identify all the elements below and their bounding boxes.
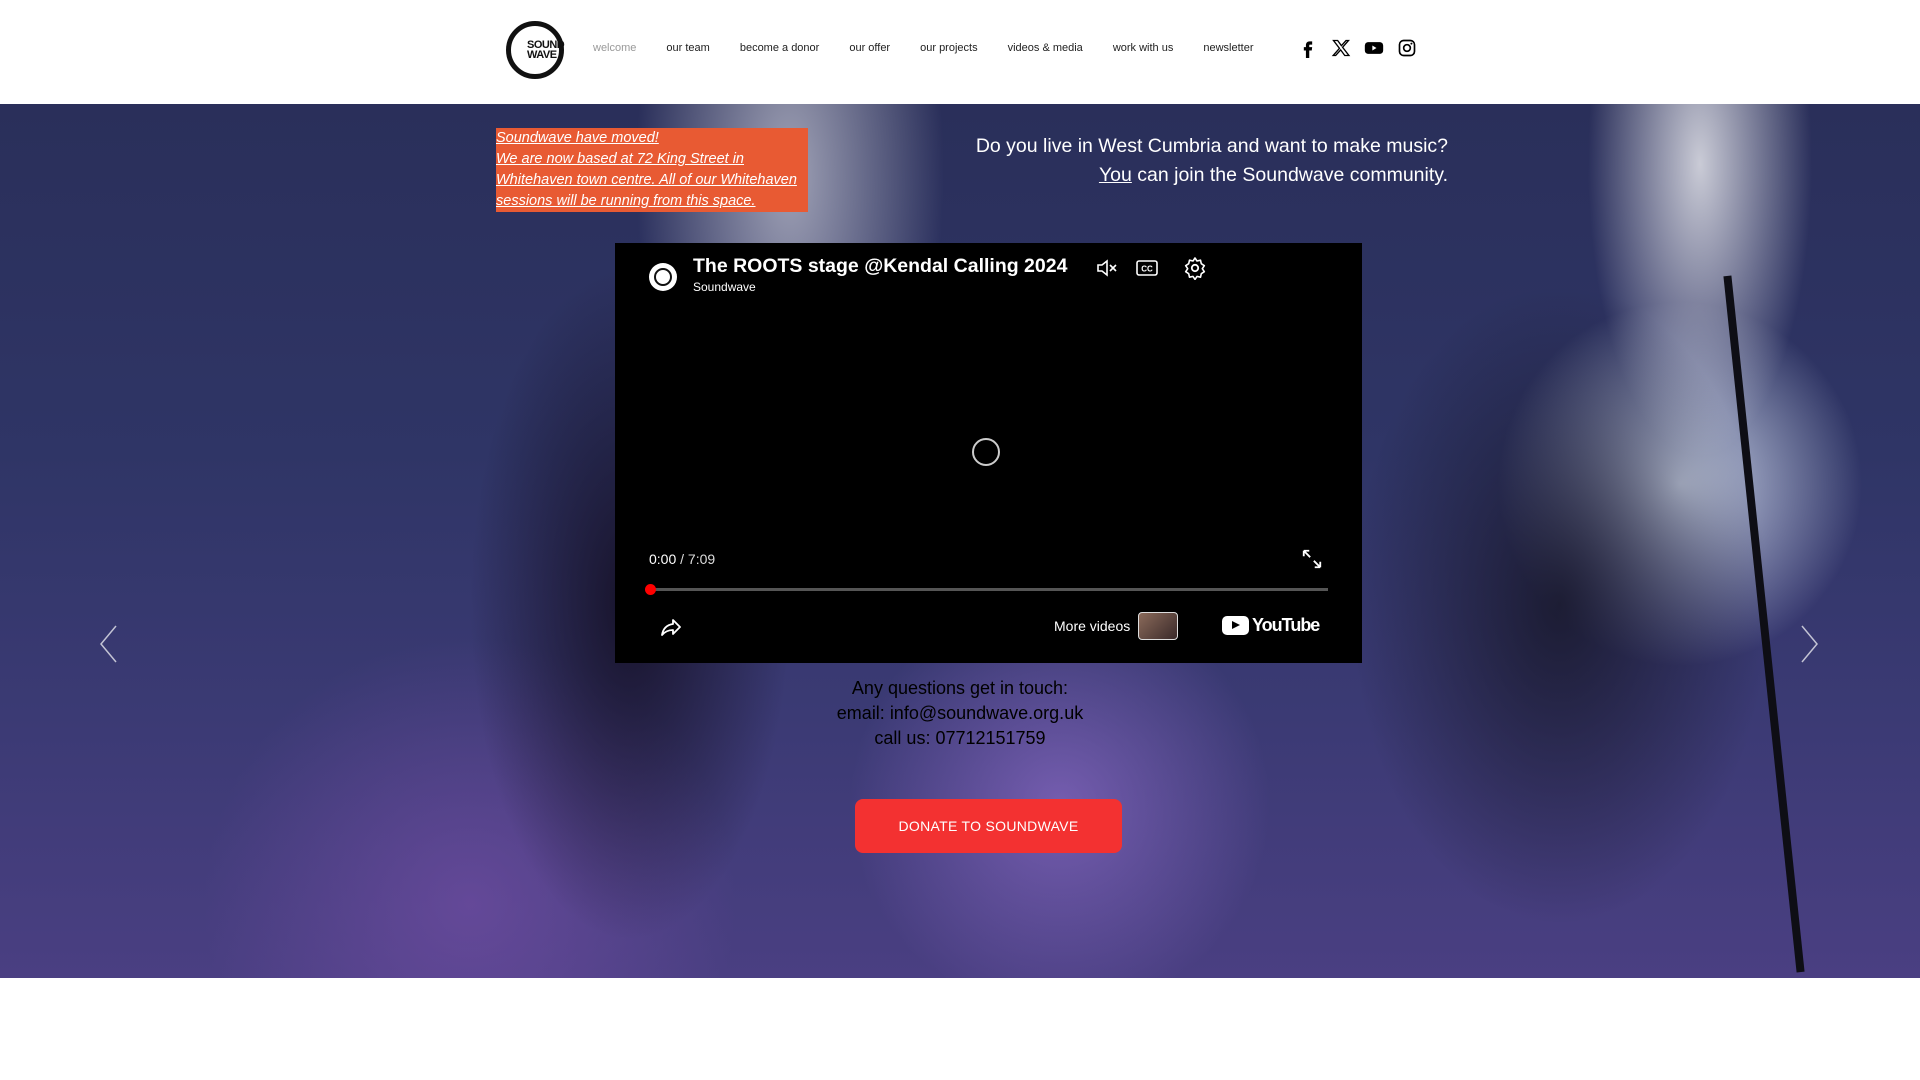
contact-heading: Any questions get in touch: (851, 678, 1069, 698)
nav-newsletter[interactable]: newsletter (1203, 42, 1253, 54)
video-time: 0:00 / 7:09 (649, 551, 715, 567)
notice-line: Soundwave have moved! (496, 128, 808, 149)
contact-info: Any questions get in touch: email: info@… (800, 676, 1120, 751)
nav-our-team[interactable]: our team (666, 42, 709, 54)
nav-work-with-us[interactable]: work with us (1113, 42, 1174, 54)
notice-line: sessions will be running from this space… (496, 191, 808, 212)
soundwave-logo[interactable]: SOUND WAVE (506, 21, 565, 79)
social-links (1298, 38, 1417, 58)
captions-icon[interactable]: CC (1135, 256, 1159, 280)
donate-button[interactable]: DONATE TO SOUNDWAVE (855, 799, 1122, 853)
youtube-play-logo-icon (1222, 616, 1249, 635)
progress-scrubber[interactable] (645, 584, 656, 595)
instagram-icon[interactable] (1397, 38, 1417, 58)
contact-email[interactable]: email: info@soundwave.org.uk (800, 701, 1120, 726)
share-icon[interactable] (659, 615, 683, 639)
fullscreen-icon[interactable] (1301, 548, 1323, 570)
video-channel-name[interactable]: Soundwave (693, 280, 756, 294)
nav-videos-media[interactable]: videos & media (1008, 42, 1083, 54)
mute-icon[interactable] (1095, 256, 1119, 280)
x-icon[interactable] (1331, 38, 1351, 58)
nav-become-a-donor[interactable]: become a donor (740, 42, 820, 54)
site-header: SOUND WAVE welcome our team become a don… (0, 0, 1920, 104)
youtube-wordmark: YouTube (1252, 615, 1320, 635)
youtube-icon[interactable] (1364, 38, 1384, 58)
nav-our-projects[interactable]: our projects (920, 42, 977, 54)
moved-notice[interactable]: Soundwave have moved! We are now based a… (496, 128, 808, 212)
cta-you-link[interactable]: You (1099, 164, 1132, 186)
svg-text:CC: CC (1141, 265, 1153, 274)
main-nav: welcome our team become a donor our offe… (593, 42, 1283, 54)
join-community-text: Do you live in West Cumbria and want to … (976, 132, 1448, 190)
nav-welcome[interactable]: welcome (593, 42, 636, 54)
youtube-video-player[interactable]: The ROOTS stage @Kendal Calling 2024 Sou… (615, 243, 1362, 663)
time-current: 0:00 (649, 551, 677, 567)
background-performer-right (1300, 224, 1820, 978)
notice-line: Whitehaven town centre. All of our White… (496, 170, 808, 191)
cta-line-1: Do you live in West Cumbria and want to … (975, 135, 1448, 157)
settings-gear-icon[interactable] (1183, 256, 1207, 280)
channel-avatar[interactable] (649, 263, 677, 291)
cta-line-2-rest: can join the Soundwave community. (1131, 164, 1448, 186)
notice-line: We are now based at 72 King Street in (496, 149, 808, 170)
loading-spinner-icon (972, 438, 1000, 466)
youtube-logo[interactable]: YouTube (1222, 615, 1320, 636)
cta-line-2: You can join the Soundwave community. (976, 161, 1448, 190)
logo-text-wave: WAVE (527, 49, 557, 61)
slide-prev-arrow-icon[interactable] (98, 624, 118, 664)
more-videos-link[interactable]: More videos (1054, 618, 1130, 634)
contact-phone[interactable]: call us: 07712151759 (800, 726, 1120, 751)
more-videos-thumbnail[interactable] (1138, 612, 1178, 640)
nav-our-offer[interactable]: our offer (849, 42, 890, 54)
slide-next-arrow-icon[interactable] (1800, 624, 1820, 664)
logo-text: SOUND WAVE (527, 40, 565, 61)
video-progress-bar[interactable] (645, 584, 1328, 595)
time-total: / 7:09 (676, 551, 716, 567)
facebook-icon[interactable] (1298, 38, 1318, 58)
video-title[interactable]: The ROOTS stage @Kendal Calling 2024 (693, 255, 1067, 278)
